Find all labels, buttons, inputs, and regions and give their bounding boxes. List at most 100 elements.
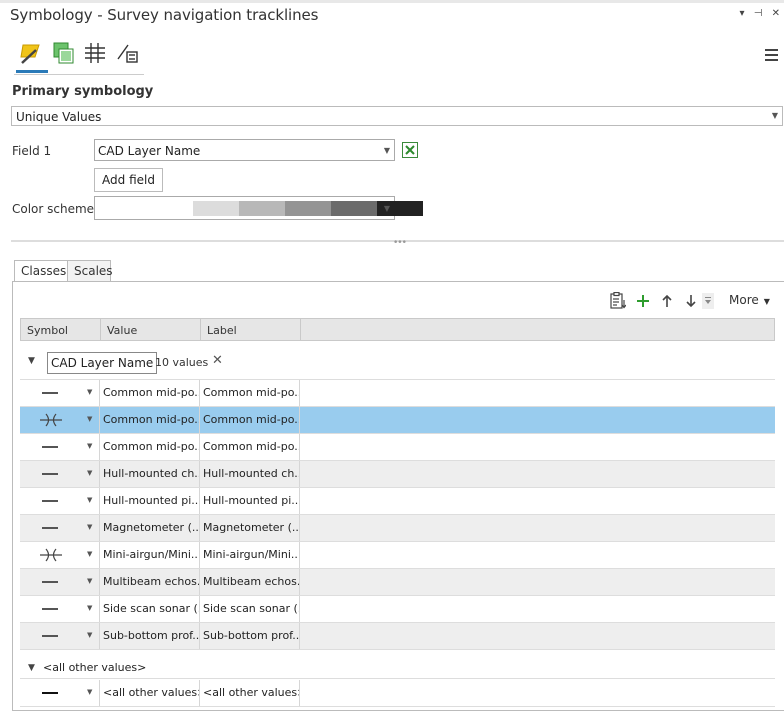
symbol-cell[interactable]: ▼ (20, 515, 100, 541)
grid-hash-icon (85, 43, 105, 63)
value-cell[interactable]: Multibeam echos... (100, 569, 200, 595)
column-divider (300, 319, 301, 341)
chevron-down-icon[interactable]: ▼ (87, 604, 92, 612)
label-cell[interactable]: Common mid-po... (200, 407, 300, 433)
import-classes-button[interactable] (608, 291, 628, 311)
column-divider (100, 319, 101, 341)
move-down-button[interactable] (682, 291, 700, 311)
line-symbol-icon (42, 581, 58, 583)
table-row[interactable]: ▼ Hull-mounted ch... Hull-mounted ch... (20, 461, 775, 488)
symbol-properties-button[interactable] (114, 38, 140, 68)
chevron-down-icon[interactable]: ▼ (87, 550, 92, 558)
symbology-toolbar (14, 38, 144, 75)
chevron-down-icon[interactable]: ▼ (87, 469, 92, 477)
table-row[interactable]: ▼ Sub-bottom prof... Sub-bottom prof... (20, 623, 775, 650)
line-symbol-icon (42, 608, 58, 610)
sort-button[interactable] (702, 293, 714, 309)
table-row[interactable]: ▼ Multibeam echos... Multibeam echos... (20, 569, 775, 596)
remove-group-icon[interactable]: ✕ (212, 353, 223, 368)
value-cell[interactable]: Mini-airgun/Mini... (100, 542, 200, 568)
symbology-method-dropdown[interactable]: Unique Values ▼ (11, 106, 783, 126)
group-value-count: 10 values (155, 356, 209, 369)
label-cell[interactable]: Common mid-po... (200, 434, 300, 460)
value-cell[interactable]: Common mid-po... (100, 434, 200, 460)
vary-symbology-button[interactable] (50, 38, 76, 68)
add-class-button[interactable] (634, 291, 652, 311)
symbol-cell[interactable]: ▼ (20, 461, 100, 487)
symbol-cell[interactable]: ▼ (20, 569, 100, 595)
chevron-down-icon[interactable]: ▼ (87, 496, 92, 504)
value-cell[interactable]: Hull-mounted ch... (100, 461, 200, 487)
more-menu-button[interactable]: More ▼ (729, 293, 770, 307)
symbol-cell[interactable]: ▼ (20, 380, 100, 406)
field-group-row: ▼ CAD Layer Name 10 values ✕ (20, 343, 775, 380)
excel-x-icon (405, 145, 415, 155)
layers-icon (53, 42, 74, 64)
color-scheme-dropdown[interactable]: ▼ (94, 196, 423, 220)
value-cell[interactable]: Common mid-po... (100, 380, 200, 406)
window-controls: ▾ ⊣ ✕ (733, 8, 780, 19)
chevron-down-icon[interactable]: ▼ (87, 631, 92, 639)
chevron-down-icon[interactable]: ▼ (87, 442, 92, 450)
label-cell[interactable]: Mini-airgun/Mini... (200, 542, 300, 568)
chevron-down-icon[interactable]: ▼ (87, 415, 92, 423)
value-cell[interactable]: Sub-bottom prof... (100, 623, 200, 649)
value-cell[interactable]: Side scan sonar (... (100, 596, 200, 622)
chevron-down-icon[interactable]: ▼ (87, 577, 92, 585)
field1-dropdown[interactable]: CAD Layer Name ▼ (94, 139, 395, 161)
line-symbol-icon (42, 527, 58, 529)
options-dropdown-icon[interactable]: ▾ (739, 8, 744, 19)
label-cell[interactable]: <all other values> (200, 680, 300, 706)
table-row[interactable]: ▼ Mini-airgun/Mini... Mini-airgun/Mini... (20, 542, 775, 569)
label-cell[interactable]: Hull-mounted pi... (200, 488, 300, 514)
value-cell[interactable]: <all other values> (100, 680, 200, 706)
expression-builder-button[interactable] (402, 142, 418, 158)
table-row[interactable]: ▼ Common mid-po... Common mid-po... (20, 407, 775, 434)
pane-title: Symbology - Survey navigation tracklines (10, 6, 319, 24)
label-cell[interactable]: Hull-mounted ch... (200, 461, 300, 487)
symbol-layer-drawing-button[interactable] (82, 38, 108, 68)
table-row[interactable]: ▼ Magnetometer (... Magnetometer (... (20, 515, 775, 542)
menu-icon[interactable] (765, 49, 778, 64)
label-cell[interactable]: Side scan sonar (... (200, 596, 300, 622)
all-other-values-row[interactable]: ▼ <all other values> <all other values> (20, 680, 775, 707)
column-label[interactable]: Label (207, 324, 237, 337)
close-icon[interactable]: ✕ (772, 8, 780, 19)
symbol-cell[interactable]: ▼ (20, 596, 100, 622)
symbol-cell[interactable]: ▼ (20, 407, 100, 433)
symbol-cell[interactable]: ▼ (20, 680, 100, 706)
primary-symbology-button[interactable] (18, 38, 44, 68)
value-cell[interactable]: Hull-mounted pi... (100, 488, 200, 514)
add-field-button[interactable]: Add field (94, 168, 163, 192)
chevron-down-icon[interactable]: ▼ (87, 523, 92, 531)
value-cell[interactable]: Common mid-po... (100, 407, 200, 433)
move-up-button[interactable] (658, 291, 676, 311)
table-row[interactable]: ▼ Hull-mounted pi... Hull-mounted pi... (20, 488, 775, 515)
chevron-down-icon[interactable]: ▼ (87, 688, 92, 696)
value-cell[interactable]: Magnetometer (... (100, 515, 200, 541)
chevron-down-icon[interactable]: ▼ (28, 663, 35, 673)
symbol-cell[interactable]: ▼ (20, 488, 100, 514)
label-cell[interactable]: Multibeam echos... (200, 569, 300, 595)
label-cell[interactable]: Magnetometer (... (200, 515, 300, 541)
chevron-down-icon[interactable]: ▼ (28, 356, 35, 366)
tab-scales[interactable]: Scales (67, 260, 113, 282)
symbol-cell[interactable]: ▼ (20, 542, 100, 568)
table-row[interactable]: ▼ Common mid-po... Common mid-po... (20, 434, 775, 461)
splitter-grip-icon[interactable]: ••• (393, 238, 407, 248)
label-cell[interactable]: Sub-bottom prof... (200, 623, 300, 649)
column-symbol[interactable]: Symbol (27, 324, 68, 337)
column-value[interactable]: Value (107, 324, 137, 337)
symbol-cell[interactable]: ▼ (20, 623, 100, 649)
sort-icon (705, 297, 711, 304)
chevron-down-icon[interactable]: ▼ (87, 388, 92, 396)
auto-hide-pin-icon[interactable]: ⊣ (754, 8, 763, 19)
tab-classes[interactable]: Classes (14, 260, 68, 282)
group-field-name[interactable]: CAD Layer Name (47, 352, 158, 374)
table-row[interactable]: ▼ Common mid-po... Common mid-po... (20, 380, 775, 407)
label-cell[interactable]: Common mid-po... (200, 380, 300, 406)
plus-icon (637, 295, 649, 307)
line-symbol-icon (42, 392, 58, 394)
table-row[interactable]: ▼ Side scan sonar (... Side scan sonar (..… (20, 596, 775, 623)
symbol-cell[interactable]: ▼ (20, 434, 100, 460)
